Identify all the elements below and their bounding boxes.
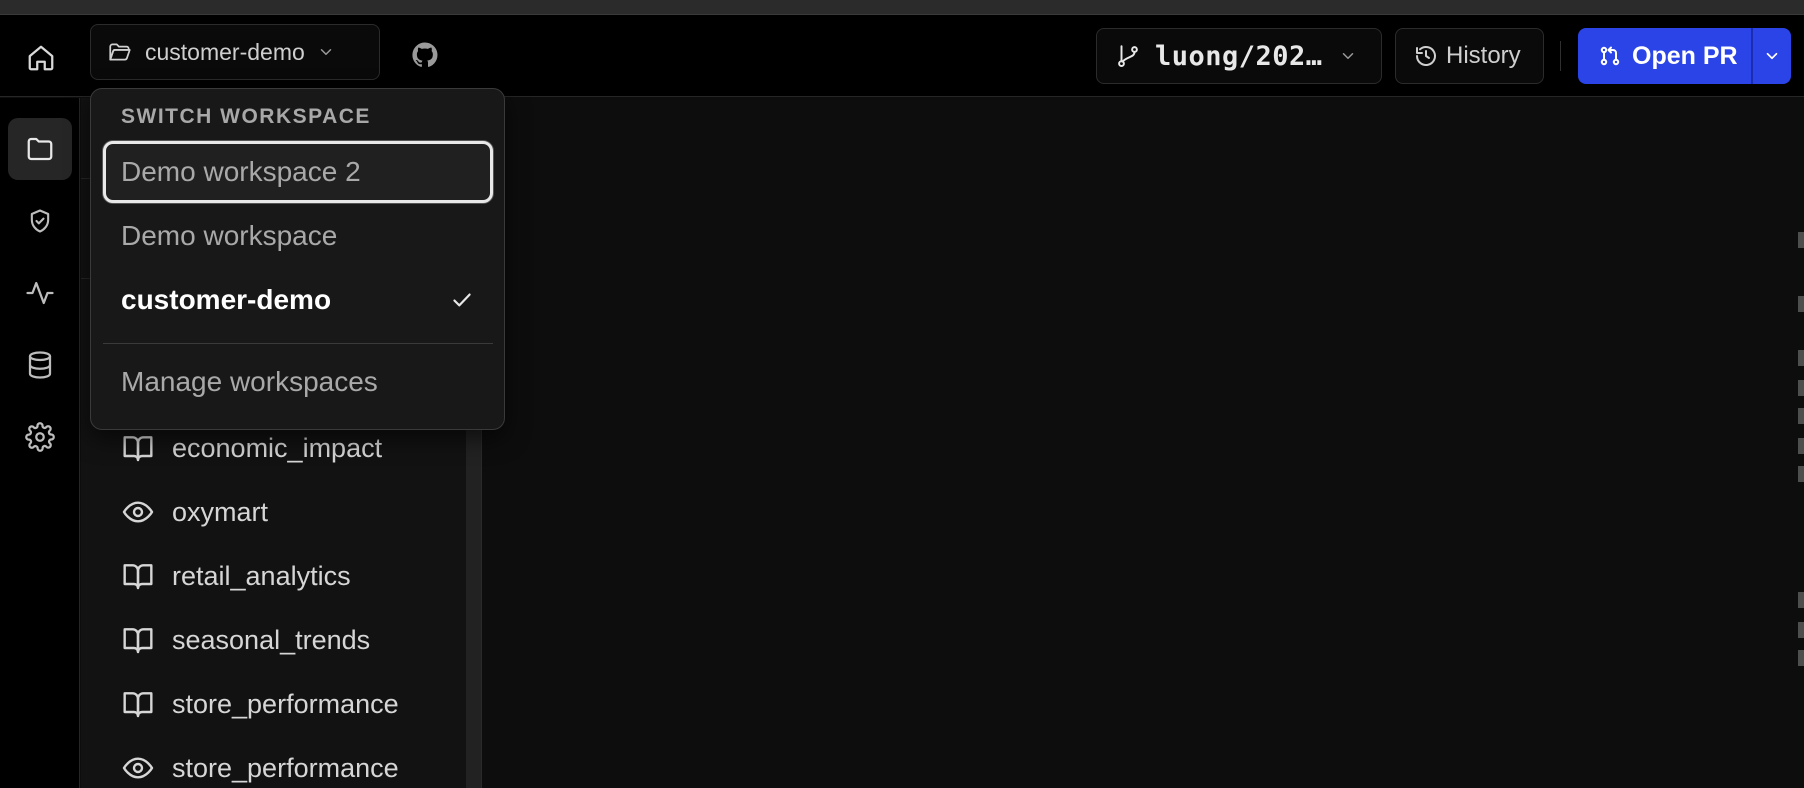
branch-selector-button[interactable]: luong/202… [1096, 28, 1382, 84]
workspace-switcher-menu: SWITCH WORKSPACE Demo workspace 2 Demo w… [90, 88, 505, 430]
file-item-retail-analytics[interactable]: retail_analytics [122, 556, 351, 596]
left-rail [0, 98, 80, 788]
file-item-label: seasonal_trends [172, 624, 371, 655]
github-button[interactable] [410, 40, 440, 70]
activity-icon [26, 281, 54, 305]
file-item-label: store_performance [172, 688, 399, 719]
rail-activity-button[interactable] [8, 262, 72, 324]
file-item-store-performance-view[interactable]: store_performance [122, 748, 399, 788]
file-item-label: economic_impact [172, 432, 383, 463]
history-button[interactable]: History [1395, 28, 1544, 84]
file-item-label: retail_analytics [172, 560, 351, 591]
toolbar-separator [1560, 41, 1561, 71]
folder-open-icon [109, 43, 131, 61]
edge-fragment [1798, 380, 1804, 396]
edge-fragment [1798, 592, 1804, 608]
branch-name: luong/202… [1155, 40, 1323, 72]
menu-item-label: Demo workspace [121, 220, 338, 251]
edge-fragment [1798, 438, 1804, 454]
menu-item-label: Manage workspaces [121, 366, 378, 397]
check-icon [453, 293, 471, 307]
workspace-name: customer-demo [145, 38, 305, 65]
file-item-economic-impact[interactable]: economic_impact [122, 428, 382, 468]
edge-fragment [1798, 650, 1804, 666]
file-item-seasonal-trends[interactable]: seasonal_trends [122, 620, 370, 660]
edge-fragment [1798, 350, 1804, 366]
menu-item-label: Demo workspace 2 [121, 156, 361, 187]
edge-fragment [1798, 296, 1804, 312]
menu-item-demo-workspace-2[interactable]: Demo workspace 2 [103, 141, 493, 203]
menu-divider [103, 343, 493, 344]
open-pr-button[interactable]: Open PR [1578, 28, 1751, 84]
home-icon [28, 45, 54, 71]
file-item-oxymart[interactable]: oxymart [122, 492, 268, 532]
history-label: History [1446, 42, 1521, 69]
shield-check-icon [30, 209, 50, 233]
gear-icon [25, 422, 55, 452]
edge-fragment [1798, 408, 1804, 424]
chevron-down-icon [1342, 53, 1353, 59]
menu-item-customer-demo[interactable]: customer-demo [103, 269, 493, 331]
home-button[interactable] [22, 39, 60, 77]
open-pr-menu-button[interactable] [1753, 28, 1791, 84]
chevron-down-icon [1766, 52, 1778, 60]
rail-files-button[interactable] [8, 118, 72, 180]
book-open-icon [123, 692, 153, 718]
main-editor-area [483, 98, 1804, 788]
file-item-store-performance[interactable]: store_performance [122, 684, 399, 724]
eye-icon [122, 501, 154, 523]
manage-workspaces-item[interactable]: Manage workspaces [103, 351, 493, 413]
edge-fragment [1798, 232, 1804, 248]
top-bar: customer-demo luong/202… History Open PR [0, 15, 1804, 97]
folder-icon [27, 137, 53, 161]
rail-settings-button[interactable] [8, 406, 72, 468]
file-item-label: store_performance [172, 752, 399, 783]
rail-database-button[interactable] [8, 334, 72, 396]
rail-verified-button[interactable] [8, 190, 72, 252]
book-open-icon [123, 564, 153, 590]
git-pull-request-icon [1600, 46, 1620, 66]
history-icon [1416, 46, 1436, 66]
edge-fragment [1798, 466, 1804, 482]
menu-item-label: customer-demo [121, 284, 332, 315]
workspace-switcher-button[interactable]: customer-demo [90, 24, 380, 80]
git-branch-icon [1118, 45, 1138, 67]
github-icon [412, 42, 438, 67]
eye-icon [122, 757, 154, 779]
open-pr-label: Open PR [1632, 41, 1738, 70]
chevron-down-icon [320, 49, 332, 55]
file-item-label: oxymart [172, 496, 269, 527]
book-open-icon [123, 628, 153, 654]
menu-heading: SWITCH WORKSPACE [121, 105, 371, 128]
window-top-strip [0, 0, 1804, 15]
edge-fragment [1798, 622, 1804, 638]
book-open-icon [123, 436, 153, 462]
database-icon [28, 351, 52, 379]
menu-item-demo-workspace[interactable]: Demo workspace [103, 205, 493, 267]
